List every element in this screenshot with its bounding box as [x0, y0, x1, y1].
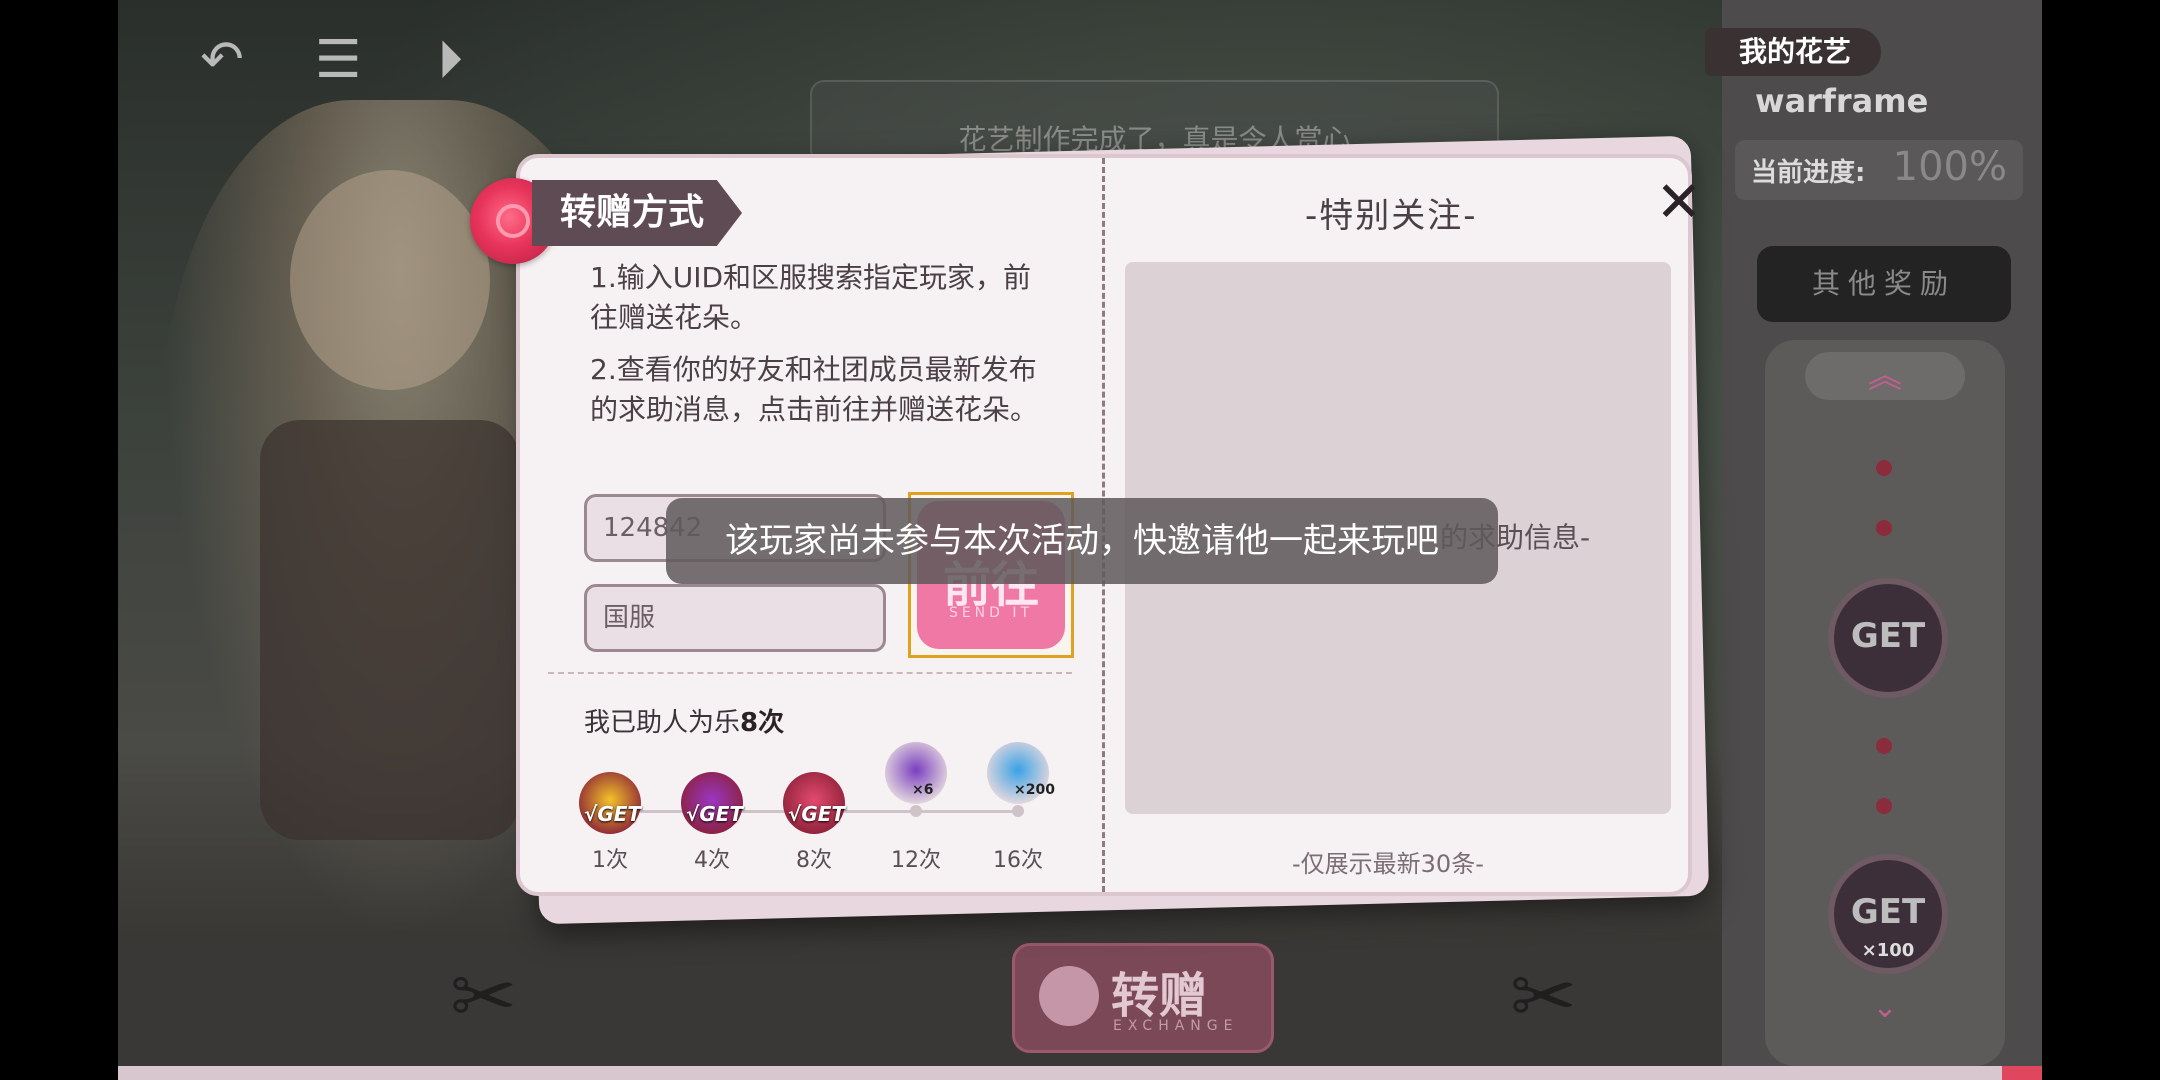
- skip-icon[interactable]: ⏵: [420, 30, 480, 90]
- exchange-button[interactable]: 转赠 EXCHANGE: [1012, 943, 1274, 1053]
- milestone-label: 4次: [694, 848, 730, 873]
- other-rewards-button[interactable]: 其他奖励: [1757, 246, 2011, 322]
- focus-title: -特别关注-: [1305, 196, 1478, 236]
- track-dot: [1876, 520, 1892, 536]
- helped-count-text: 我已助人为乐8次: [584, 702, 784, 739]
- helped-count: 8次: [740, 708, 785, 738]
- menu-icon[interactable]: ☰: [308, 30, 368, 90]
- my-floral-tag: 我的花艺: [1705, 28, 1882, 76]
- milestone-get-badge: √GET: [584, 802, 642, 826]
- track-dot: [1876, 460, 1892, 476]
- reward-get-label: GET: [1850, 892, 1926, 932]
- toast-message: 该玩家尚未参与本次活动，快邀请他一起来玩吧: [666, 498, 1498, 584]
- scroll-up-icon[interactable]: ︽: [1805, 352, 1965, 400]
- reward-count: ×100: [1861, 940, 1915, 961]
- exchange-label: 转赠: [1111, 968, 1208, 1024]
- instruction-2: 2.查看你的好友和社团成员最新发布的求助消息，点击前往并赠送花朵。: [590, 353, 1039, 426]
- character-dress: [260, 420, 520, 840]
- milestone-count: ×200: [1014, 782, 1055, 798]
- helped-prefix: 我已助人为乐: [584, 708, 741, 738]
- track-dot: [1876, 738, 1892, 754]
- back-icon[interactable]: ↶: [192, 30, 252, 90]
- progress-label: 当前进度:: [1751, 158, 1866, 188]
- bottom-strip: [118, 1066, 2042, 1080]
- milestone-count: ×6: [912, 782, 934, 798]
- dialog-title: 转赠方式: [532, 180, 742, 246]
- milestone-get-badge: √GET: [788, 802, 846, 826]
- scroll-down-icon[interactable]: ⌄: [1860, 990, 1910, 1025]
- reward-get-label: GET: [1850, 616, 1926, 656]
- scissors-icon: ✂: [450, 950, 518, 1043]
- milestone-dot: [910, 805, 922, 817]
- character-face: [290, 170, 490, 390]
- go-button-sub: SEND IT: [948, 605, 1034, 621]
- milestone-label: 8次: [796, 848, 832, 873]
- milestone-label: 1次: [592, 848, 628, 873]
- server-select[interactable]: 国服: [584, 584, 886, 652]
- milestone-label: 12次: [891, 848, 941, 873]
- milestone-get-badge: √GET: [686, 802, 744, 826]
- focus-note: -仅展示最新30条-: [1292, 850, 1484, 878]
- milestone-label: 16次: [993, 848, 1043, 873]
- shears-icon: ✂: [1510, 950, 1578, 1043]
- section-divider: [548, 672, 1072, 674]
- exchange-sub: EXCHANGE: [1113, 1018, 1239, 1034]
- progress-box: 当前进度: 100%: [1735, 140, 2023, 200]
- close-icon[interactable]: ✕: [1654, 175, 1704, 231]
- bottom-tool-bar: [118, 940, 1722, 1066]
- instruction-1: 1.输入UID和区服搜索指定玩家，前往赠送花朵。: [590, 261, 1032, 334]
- bottom-strip-accent: [2002, 1066, 2042, 1080]
- reward-get-button-100[interactable]: GET ×100: [1828, 854, 1948, 974]
- reward-get-button[interactable]: GET: [1828, 578, 1948, 698]
- track-dot: [1876, 798, 1892, 814]
- milestone-dot: [1012, 805, 1024, 817]
- progress-value: 100%: [1892, 144, 2007, 190]
- player-name: warframe: [1755, 82, 1929, 120]
- flower-icon: [1039, 966, 1099, 1026]
